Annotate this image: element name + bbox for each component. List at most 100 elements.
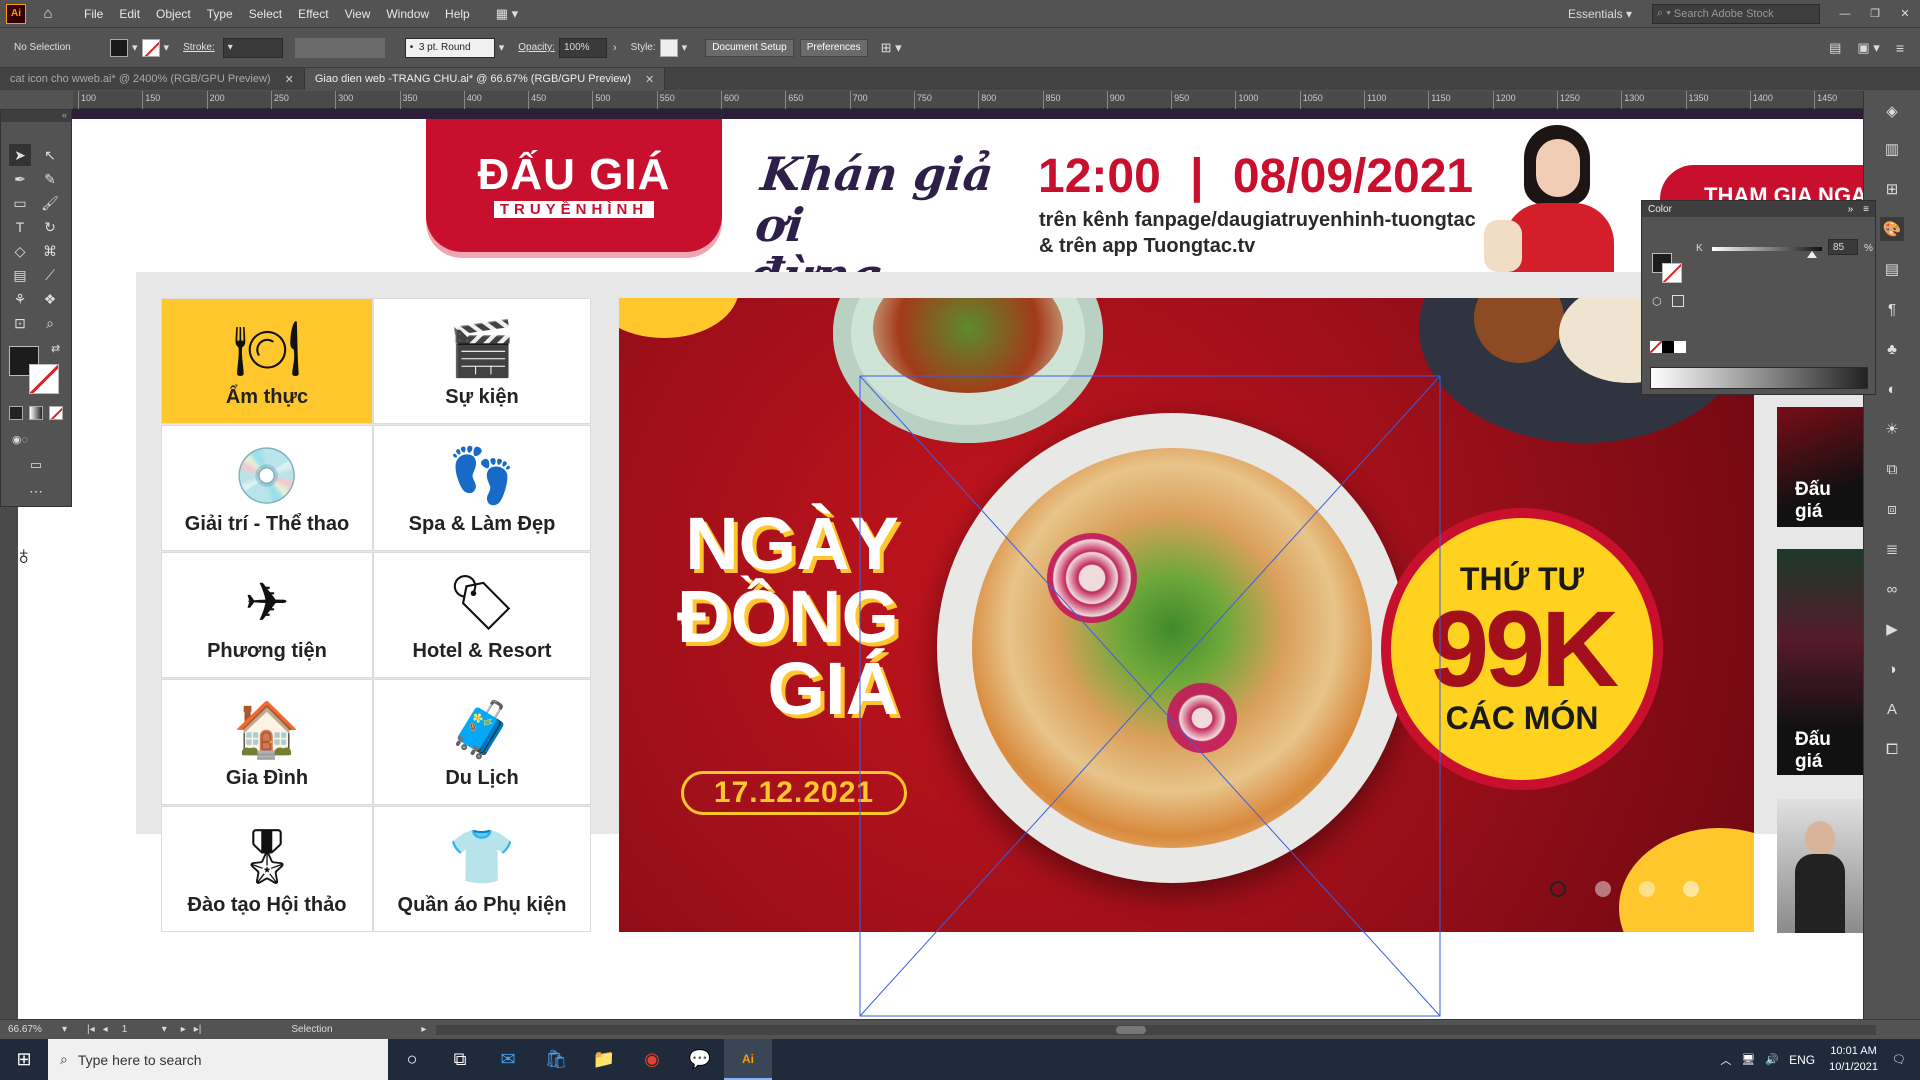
arrange-icon[interactable]: ▤ <box>1829 40 1841 56</box>
actions-icon[interactable]: ▶ <box>1880 617 1904 641</box>
carousel-dot-1[interactable] <box>1550 881 1566 897</box>
panel-menu-icon[interactable]: ≡ <box>1896 40 1904 56</box>
fill-swatch[interactable] <box>110 38 128 57</box>
stroke-swatch[interactable] <box>141 38 160 57</box>
category-tile[interactable]: ✈ Phương tiện <box>161 552 373 678</box>
zoom-level[interactable]: 66.67% <box>8 1024 62 1035</box>
store-icon[interactable]: 🛍 <box>532 1039 580 1080</box>
chrome-icon[interactable]: ◉ <box>628 1039 676 1080</box>
out-of-gamut-icon[interactable]: ⬡ <box>1652 295 1662 308</box>
notifications-icon[interactable]: 🗨 <box>1892 1053 1906 1066</box>
eyedropper-tool-icon[interactable]: ⟋ <box>39 264 61 286</box>
panel-menu-icon[interactable]: ≡ <box>1863 204 1869 215</box>
windows-start-icon[interactable]: ⊞ <box>0 1039 48 1080</box>
document-tab[interactable]: cat icon cho wweb.ai* @ 2400% (RGB/GPU P… <box>0 68 305 90</box>
transparency-icon[interactable]: ◑ <box>1880 657 1904 681</box>
stock-search-input[interactable]: ⌕ ▾ Search Adobe Stock <box>1652 3 1820 24</box>
appearance-icon[interactable]: ☀ <box>1880 417 1904 441</box>
shape-builder-tool-icon[interactable]: ⚘ <box>9 288 31 310</box>
asset-export-icon[interactable]: ⧠ <box>1880 737 1904 761</box>
panel-collapse-icon[interactable]: » <box>1848 204 1854 215</box>
horizontal-ruler[interactable]: 100 150 200 250 300 350 400 450 500 550 600 650 700 7… <box>73 91 1863 109</box>
clock[interactable]: 10:01 AM 10/1/2021 <box>1829 1044 1878 1075</box>
align-panel-icon[interactable]: ≣ <box>1880 537 1904 561</box>
artboards-icon[interactable]: ⊞ <box>1880 177 1904 201</box>
color-spectrum[interactable] <box>1650 367 1868 389</box>
illustrator-taskbar-icon[interactable]: Ai <box>724 1039 772 1080</box>
show-hidden-icons[interactable]: ︿ <box>1720 1052 1731 1068</box>
libraries-icon[interactable]: ▥ <box>1880 137 1904 161</box>
artboard-nav-last[interactable]: ▸| <box>194 1024 202 1035</box>
preferences-button[interactable]: Preferences <box>799 38 868 57</box>
carousel-dot-3[interactable] <box>1639 881 1655 897</box>
category-tile[interactable]: 🧳 Du Lịch <box>373 679 591 805</box>
menu-effect[interactable]: Effect <box>290 7 336 21</box>
file-explorer-icon[interactable]: 📁 <box>580 1039 628 1080</box>
status-menu-arrow[interactable]: ▸ <box>421 1024 426 1035</box>
menu-help[interactable]: Help <box>437 7 478 21</box>
menu-edit[interactable]: Edit <box>111 7 148 21</box>
zoom-tool-icon[interactable]: ⌕ <box>39 312 61 334</box>
network-icon[interactable]: 🖥 <box>1741 1053 1755 1066</box>
align-icon[interactable]: ⊞ ▾ <box>881 40 902 56</box>
brushes-panel-icon[interactable]: ¶ <box>1880 297 1904 321</box>
k-slider-thumb[interactable] <box>1807 251 1817 258</box>
category-tile[interactable]: 👣 Spa & Làm Đẹp <box>373 425 591 551</box>
workspace-switcher[interactable]: Essentials ▾ <box>1568 7 1632 21</box>
brand-logo-block[interactable]: ĐẤU GIÁ TRUYỀNHÌNH <box>426 119 722 252</box>
menu-file[interactable]: File <box>76 7 111 21</box>
artboard-canvas[interactable]: ĐẤU GIÁ TRUYỀNHÌNH Khán giả ơi đừng quên… <box>18 109 1863 1019</box>
volume-icon[interactable]: 🔊 <box>1765 1053 1779 1066</box>
properties-panel-icon[interactable]: ▣ ▾ <box>1857 40 1879 56</box>
zalo-icon[interactable]: 💬 <box>676 1039 724 1080</box>
type-tool-icon[interactable]: T <box>9 216 31 238</box>
taskbar-search-input[interactable]: ⌕ Type here to search <box>48 1039 388 1080</box>
color-panel-header[interactable]: Color » ≡ <box>1642 201 1875 217</box>
draw-mode-icon[interactable]: ◉◌ <box>9 428 31 450</box>
edit-toolbar-icon[interactable]: ⋯ <box>25 480 47 502</box>
color-panel-icon[interactable]: 🎨 <box>1880 217 1904 241</box>
screen-mode-icon[interactable]: ▭ <box>25 454 47 476</box>
direct-selection-tool-icon[interactable]: ↖ <box>39 144 61 166</box>
category-tile[interactable]: 👕 Quần áo Phụ kiện <box>373 806 591 932</box>
none-swatch[interactable] <box>1650 341 1662 353</box>
artboard-number[interactable]: 1 <box>122 1024 162 1035</box>
panel-stroke-swatch[interactable] <box>1662 263 1682 283</box>
close-tab-icon[interactable]: ✕ <box>285 73 294 86</box>
symbols-panel-icon[interactable]: ♣ <box>1880 337 1904 361</box>
stroke-color-swatch[interactable] <box>29 364 59 394</box>
category-tile[interactable]: 💿 Giải trí - Thể thao <box>161 425 373 551</box>
side-card-2[interactable]: Đấu giá <box>1777 549 1863 775</box>
task-view-icon[interactable]: ⧉ <box>436 1039 484 1080</box>
pen-tool-icon[interactable]: ✒ <box>9 168 31 190</box>
pathfinder-icon[interactable]: ⧈ <box>1880 497 1904 521</box>
opacity-input[interactable]: 100% <box>558 37 607 58</box>
maximize-button[interactable]: ❐ <box>1860 7 1890 20</box>
menu-type[interactable]: Type <box>199 7 241 21</box>
k-value-input[interactable]: 85 <box>1828 239 1858 255</box>
color-mode-color[interactable] <box>9 406 23 420</box>
character-icon[interactable]: A <box>1880 697 1904 721</box>
close-window-button[interactable]: ✕ <box>1890 7 1920 20</box>
menu-view[interactable]: View <box>337 7 379 21</box>
gradient-panel-icon[interactable]: ▤ <box>1880 257 1904 281</box>
warp-tool-icon[interactable]: ⌘ <box>39 240 61 262</box>
carousel-dot-2[interactable] <box>1595 881 1611 897</box>
arrange-documents-icon[interactable]: ▦ ▾ <box>496 6 518 22</box>
cat-icon-artwork[interactable]: ♁ <box>14 540 42 610</box>
color-mode-gradient[interactable] <box>29 406 43 420</box>
rotate-tool-icon[interactable]: ↻ <box>39 216 61 238</box>
document-setup-button[interactable]: Document Setup <box>705 38 794 57</box>
menu-object[interactable]: Object <box>148 7 199 21</box>
white-swatch[interactable] <box>1674 341 1686 353</box>
cortana-icon[interactable]: ○ <box>388 1039 436 1080</box>
color-mode-none[interactable] <box>49 406 63 420</box>
eraser-tool-icon[interactable]: ◇ <box>9 240 31 262</box>
style-swatch[interactable] <box>659 38 678 57</box>
paintbrush-tool-icon[interactable]: 🖌 <box>39 192 61 214</box>
web-safe-swatch[interactable] <box>1672 295 1684 307</box>
gradient-tool-icon[interactable]: ▤ <box>9 264 31 286</box>
selection-tool-icon[interactable]: ➤ <box>9 144 31 166</box>
side-card-3[interactable] <box>1777 799 1863 933</box>
close-tab-icon[interactable]: ✕ <box>645 73 654 86</box>
